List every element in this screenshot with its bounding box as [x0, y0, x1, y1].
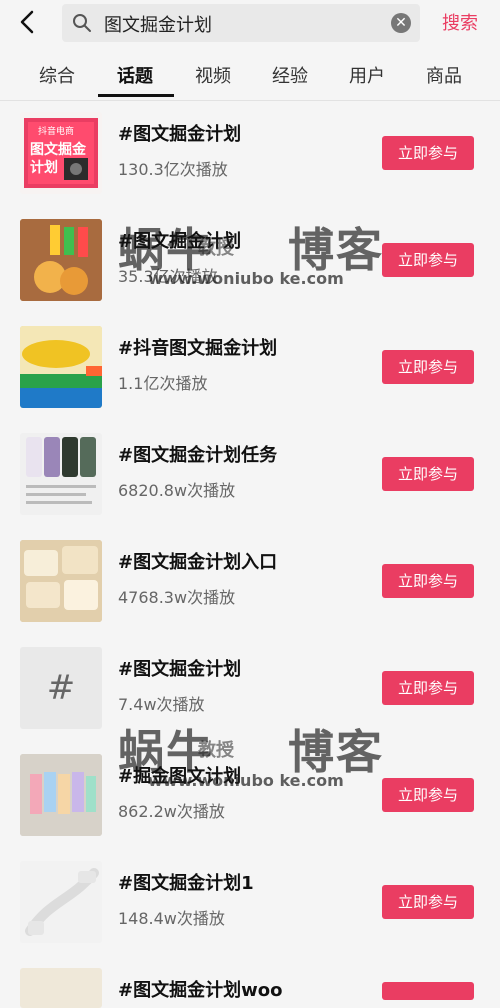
topic-thumbnail — [20, 861, 102, 943]
list-item[interactable]: #图文掘金计划入口 4768.3w次播放 立即参与 — [0, 528, 500, 635]
tab-topics[interactable]: 话题 — [117, 62, 153, 88]
topic-title: #掘金图文计划 — [118, 766, 242, 787]
topic-thumbnail — [20, 219, 102, 301]
search-icon — [72, 13, 92, 33]
join-button[interactable]: 立即参与 — [382, 564, 474, 598]
clear-icon[interactable]: ✕ — [391, 13, 411, 33]
tab-bar: 综合 话题 视频 经验 用户 商品 — [0, 48, 500, 101]
list-item[interactable]: #图文掘金计划1 148.4w次播放 立即参与 — [0, 849, 500, 956]
tab-experience[interactable]: 经验 — [272, 62, 308, 88]
topic-thumbnail — [20, 968, 102, 1008]
list-item[interactable]: # #图文掘金计划 7.4w次播放 立即参与 — [0, 635, 500, 742]
topic-thumbnail — [20, 433, 102, 515]
join-button[interactable]: 立即参与 — [382, 243, 474, 277]
hash-symbol: # — [46, 668, 76, 708]
topic-title: #抖音图文掘金计划 — [118, 338, 278, 359]
join-button[interactable]: 立即参与 — [382, 671, 474, 705]
play-count: 148.4w次播放 — [118, 909, 225, 928]
search-input[interactable]: 图文掘金计划 ✕ — [62, 4, 420, 42]
topic-title: #图文掘金计划1 — [118, 873, 254, 894]
topic-title: #图文掘金计划 — [118, 659, 242, 680]
play-count: 7.4w次播放 — [118, 695, 205, 714]
play-count: 6820.8w次播放 — [118, 481, 236, 500]
list-item[interactable]: #图文掘金计划woo — [0, 956, 500, 1008]
join-button[interactable] — [382, 982, 474, 1000]
join-button[interactable]: 立即参与 — [382, 885, 474, 919]
list-item[interactable]: #图文掘金计划 35.3亿次播放 立即参与 — [0, 207, 500, 314]
top-bar: 图文掘金计划 ✕ 搜索 — [0, 0, 500, 44]
play-count: 4768.3w次播放 — [118, 588, 236, 607]
hash-icon: # — [20, 647, 102, 729]
join-button[interactable]: 立即参与 — [382, 350, 474, 384]
svg-text:抖音电商: 抖音电商 — [38, 125, 74, 137]
tab-products[interactable]: 商品 — [426, 62, 462, 88]
join-button[interactable]: 立即参与 — [382, 778, 474, 812]
back-icon[interactable] — [12, 6, 44, 38]
search-button[interactable]: 搜索 — [442, 9, 478, 35]
svg-text:图文掘金: 图文掘金 — [30, 141, 87, 158]
topic-thumbnail — [20, 754, 102, 836]
topic-title: #图文掘金计划woo — [118, 980, 283, 1001]
tab-videos[interactable]: 视频 — [195, 62, 231, 88]
play-count: 862.2w次播放 — [118, 802, 225, 821]
topic-title: #图文掘金计划 — [118, 231, 242, 252]
list-item[interactable]: #掘金图文计划 862.2w次播放 立即参与 — [0, 742, 500, 849]
list-item[interactable]: 抖音电商 图文掘金 计划 #图文掘金计划 130.3亿次播放 立即参与 — [0, 100, 500, 207]
active-tab-indicator — [98, 94, 174, 97]
topic-thumbnail — [20, 326, 102, 408]
topic-thumbnail: 抖音电商 图文掘金 计划 — [20, 112, 102, 194]
list-item[interactable]: #图文掘金计划任务 6820.8w次播放 立即参与 — [0, 421, 500, 528]
tab-comprehensive[interactable]: 综合 — [39, 62, 75, 88]
topic-thumbnail — [20, 540, 102, 622]
play-count: 35.3亿次播放 — [118, 267, 218, 286]
svg-text:计划: 计划 — [30, 159, 58, 176]
topic-title: #图文掘金计划 — [118, 124, 242, 145]
search-query: 图文掘金计划 — [104, 15, 212, 36]
topic-title: #图文掘金计划任务 — [118, 445, 278, 466]
topic-title: #图文掘金计划入口 — [118, 552, 278, 573]
play-count: 130.3亿次播放 — [118, 160, 228, 179]
join-button[interactable]: 立即参与 — [382, 136, 474, 170]
play-count: 1.1亿次播放 — [118, 374, 208, 393]
list-item[interactable]: #抖音图文掘金计划 1.1亿次播放 立即参与 — [0, 314, 500, 421]
tab-users[interactable]: 用户 — [349, 62, 385, 88]
join-button[interactable]: 立即参与 — [382, 457, 474, 491]
